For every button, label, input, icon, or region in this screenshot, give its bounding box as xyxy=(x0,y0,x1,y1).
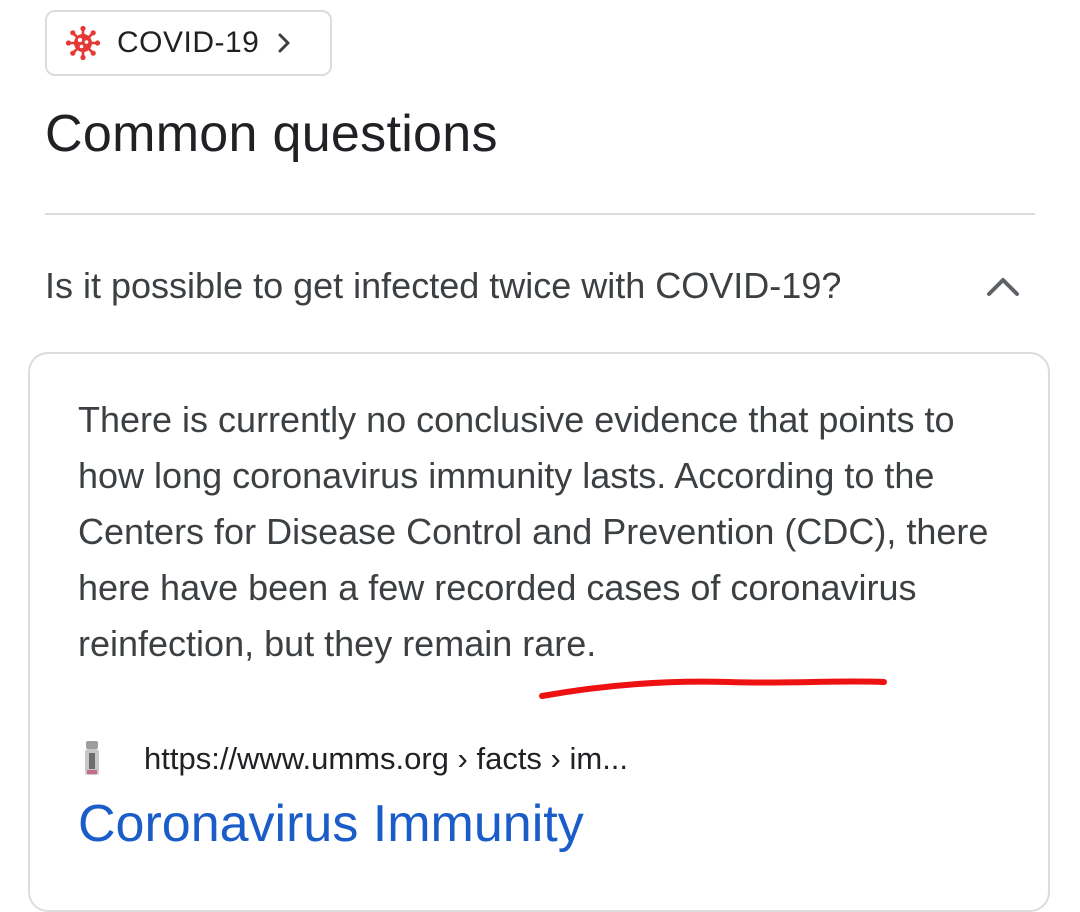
question-text: Is it possible to get infected twice wit… xyxy=(45,265,842,306)
site-favicon-icon xyxy=(78,737,106,781)
answer-text: There is currently no conclusive evidenc… xyxy=(78,399,989,664)
covid-topic-chip[interactable]: COVID-19 xyxy=(45,10,332,76)
chevron-right-icon xyxy=(273,32,295,54)
source-row[interactable]: https://www.umms.org › facts › im... xyxy=(78,734,628,784)
faq-question-row[interactable]: Is it possible to get infected twice wit… xyxy=(45,250,1035,322)
chip-label: COVID-19 xyxy=(117,26,260,59)
red-underline-annotation xyxy=(539,678,887,699)
source-url: https://www.umms.org › facts › im... xyxy=(144,741,629,776)
virus-icon xyxy=(65,25,101,61)
divider xyxy=(45,213,1035,215)
chevron-up-icon[interactable] xyxy=(981,264,1025,308)
section-title: Common questions xyxy=(45,105,498,163)
answer-card: There is currently no conclusive evidenc… xyxy=(28,352,1050,912)
result-title-link[interactable]: Coronavirus Immunity xyxy=(78,794,584,854)
